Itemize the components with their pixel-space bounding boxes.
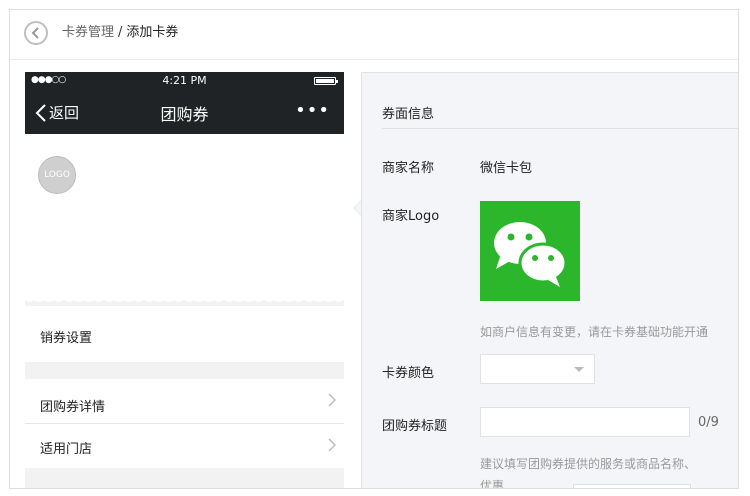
title-char-counter: 0/9	[698, 415, 719, 430]
row-label: 适用门店	[40, 442, 93, 457]
caret-down-icon	[574, 367, 584, 372]
coupon-card-preview: LOGO	[25, 134, 344, 300]
phone-row-stores[interactable]: 适用门店	[25, 424, 344, 468]
section-title: 券面信息	[382, 107, 435, 122]
row-label: 团购券详情	[40, 400, 106, 415]
coupon-title-label: 团购券标题	[382, 419, 448, 434]
phone-row-sales-settings[interactable]: 销券设置	[25, 306, 344, 362]
breadcrumb: 卡券管理 / 添加卡券	[62, 24, 178, 42]
breadcrumb-separator: /	[118, 25, 123, 40]
header-divider	[10, 59, 738, 60]
row-label: 销券设置	[40, 331, 93, 346]
status-time: 4:21 PM	[162, 74, 207, 87]
title-hint-continued: 优惠	[480, 479, 505, 489]
merchant-name-value: 微信卡包	[480, 161, 533, 176]
section-divider	[382, 128, 738, 129]
wechat-logo-icon	[480, 201, 580, 301]
back-button[interactable]	[24, 21, 48, 45]
battery-icon	[314, 77, 338, 85]
phone-status-bar: ●●●○○ 4:21 PM	[25, 72, 344, 90]
title-hint: 建议填写团购券提供的服务或商品名称、	[480, 457, 697, 471]
next-field-input[interactable]	[573, 484, 691, 488]
phone-row-detail[interactable]: 团购券详情	[25, 379, 344, 424]
card-torn-edge	[25, 296, 344, 302]
phone-preview: ●●●○○ 4:21 PM 返回 团购券 ••• LOGO 销券设置 团购券详情	[25, 72, 344, 488]
logo-placeholder: LOGO	[38, 156, 76, 194]
merchant-name-label: 商家名称	[382, 161, 435, 176]
breadcrumb-parent-link[interactable]: 卡券管理	[62, 25, 114, 40]
coupon-title-input[interactable]	[480, 407, 690, 437]
panel-pointer	[353, 200, 361, 216]
chevron-right-icon	[328, 393, 336, 407]
merchant-logo-label: 商家Logo	[382, 209, 440, 224]
chevron-right-icon	[328, 438, 336, 452]
form-panel: 券面信息 商家名称 微信卡包 商家Logo 如商户信息有变更，请在卡券基础功能开…	[361, 72, 738, 489]
page-frame: 卡券管理 / 添加卡券 ●●●○○ 4:21 PM 返回 团购券 ••• LOGO	[9, 9, 739, 489]
chevron-left-icon	[31, 27, 39, 39]
logo-hint: 如商户信息有变更，请在卡券基础功能开通	[480, 325, 709, 339]
phone-nav-bar: 返回 团购券 •••	[25, 90, 344, 134]
breadcrumb-current: 添加卡券	[126, 25, 179, 40]
more-icon[interactable]: •••	[295, 100, 330, 121]
card-color-label: 卡券颜色	[382, 366, 435, 381]
card-color-select[interactable]	[480, 354, 595, 384]
